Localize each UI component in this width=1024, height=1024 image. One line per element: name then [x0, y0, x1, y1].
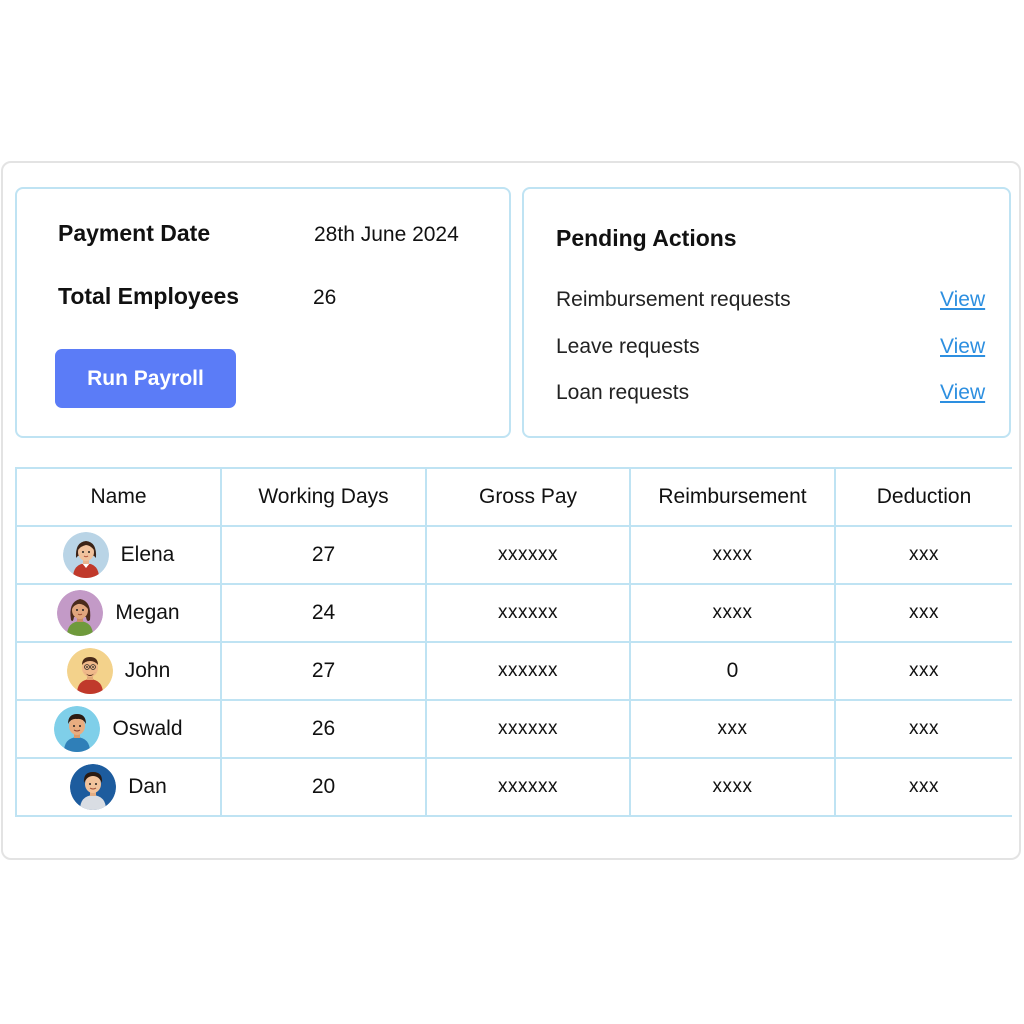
view-reimbursement-requests-link[interactable]: View: [940, 288, 985, 312]
table-row[interactable]: Dan 20 xxxxxx xxxx xxx: [15, 757, 1012, 817]
employee-name-cell: Oswald: [15, 699, 222, 759]
table-row[interactable]: Elena 27 xxxxxx xxxx xxx: [15, 525, 1012, 585]
reimbursement-cell: xxxx: [629, 525, 836, 585]
gross-pay-cell: xxxxxx: [425, 641, 631, 701]
total-employees-value: 26: [313, 286, 337, 309]
reimbursement-cell: xxxx: [629, 757, 836, 817]
reimbursement-cell: xxx: [629, 699, 836, 759]
gross-pay-cell: xxxxxx: [425, 583, 631, 643]
employee-name-cell: Elena: [15, 525, 222, 585]
view-leave-requests-link[interactable]: View: [940, 335, 985, 359]
table-row[interactable]: Megan 24 xxxxxx xxxx xxx: [15, 583, 1012, 643]
male-avatar-icon: [70, 764, 117, 810]
employee-name: Oswald: [112, 717, 183, 740]
total-employees-label: Total Employees: [58, 283, 240, 309]
working-days-cell: 24: [220, 583, 427, 643]
view-loan-requests-link[interactable]: View: [940, 381, 985, 405]
working-days-cell: 27: [220, 641, 427, 701]
column-header-reimbursement: Reimbursement: [629, 467, 836, 527]
run-payroll-button[interactable]: Run Payroll: [55, 349, 236, 408]
column-header-working-days: Working Days: [220, 467, 427, 527]
pending-item-reimbursement-requests: Reimbursement requests: [556, 288, 791, 311]
employee-name: Megan: [115, 601, 180, 624]
pending-actions-title: Pending Actions: [556, 225, 737, 251]
reimbursement-cell: xxxx: [629, 583, 836, 643]
deduction-cell: xxx: [834, 757, 1012, 817]
employee-payroll-table: Name Working Days Gross Pay Reimbursemen…: [15, 467, 1012, 839]
gross-pay-cell: xxxxxx: [425, 757, 631, 817]
employee-name-cell: John: [15, 641, 222, 701]
payment-date-label: Payment Date: [58, 220, 211, 246]
working-days-cell: 26: [220, 699, 427, 759]
deduction-cell: xxx: [834, 699, 1012, 759]
table-row[interactable]: John 27 xxxxxx 0 xxx: [15, 641, 1012, 701]
working-days-cell: 27: [220, 525, 427, 585]
table-header-row: Name Working Days Gross Pay Reimbursemen…: [15, 467, 1012, 527]
employee-name-cell: Megan: [15, 583, 222, 643]
table-row[interactable]: Oswald 26 xxxxxx xxx xxx: [15, 699, 1012, 759]
column-header-deduction: Deduction: [834, 467, 1012, 527]
gross-pay-cell: xxxxxx: [425, 525, 631, 585]
working-days-cell: 20: [220, 757, 427, 817]
deduction-cell: xxx: [834, 641, 1012, 701]
deduction-cell: xxx: [834, 525, 1012, 585]
deduction-cell: xxx: [834, 583, 1012, 643]
pending-item-leave-requests: Leave requests: [556, 335, 700, 358]
column-header-gross-pay: Gross Pay: [425, 467, 631, 527]
male-avatar-icon: [54, 706, 101, 752]
employee-name: Elena: [120, 543, 175, 566]
employee-name: John: [124, 659, 171, 682]
reimbursement-cell: 0: [629, 641, 836, 701]
employee-name-cell: Dan: [15, 757, 222, 817]
payment-date-value: 28th June 2024: [314, 223, 459, 246]
column-header-name: Name: [15, 467, 222, 527]
male-avatar-icon: [66, 648, 113, 694]
female-avatar-icon: [57, 590, 104, 636]
employee-name: Dan: [128, 775, 167, 798]
pending-item-loan-requests: Loan requests: [556, 381, 690, 404]
female-avatar-icon: [62, 532, 109, 578]
gross-pay-cell: xxxxxx: [425, 699, 631, 759]
